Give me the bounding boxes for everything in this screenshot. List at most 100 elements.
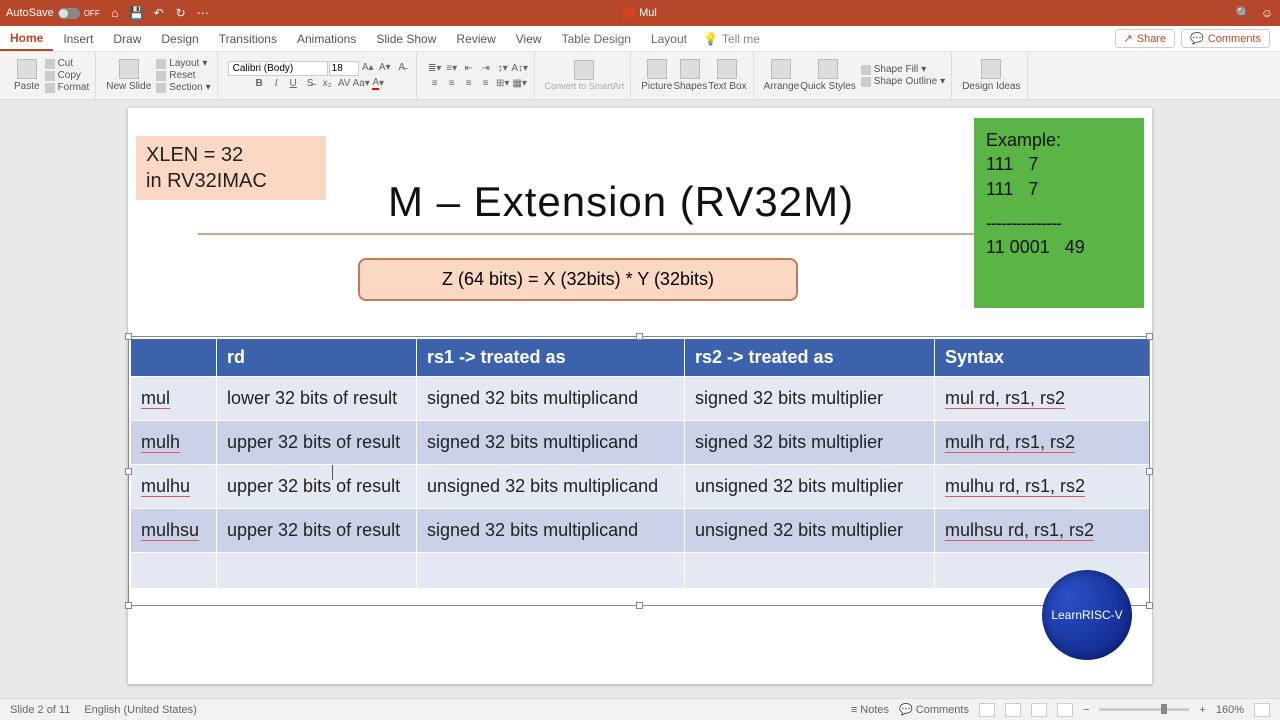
- text-dir-button[interactable]: A↕▾: [512, 61, 528, 75]
- shape-outline-button[interactable]: Shape Outline ▾: [861, 76, 945, 87]
- font-size-select[interactable]: [329, 61, 359, 76]
- tell-me[interactable]: 💡 Tell me: [703, 32, 760, 46]
- align-text-button[interactable]: ▦▾: [512, 76, 528, 90]
- handle-icon[interactable]: [1146, 602, 1153, 609]
- handle-icon[interactable]: [125, 333, 132, 340]
- bullets-button[interactable]: ≣▾: [427, 61, 443, 75]
- picture-button[interactable]: Picture: [641, 59, 672, 92]
- handle-icon[interactable]: [125, 602, 132, 609]
- font-color-button[interactable]: A▾: [370, 77, 386, 91]
- slide-title[interactable]: M – Extension (RV32M): [388, 178, 854, 226]
- more-icon[interactable]: ⋯: [196, 6, 210, 20]
- case-button[interactable]: Aa▾: [353, 77, 369, 91]
- account-icon[interactable]: ☺: [1260, 6, 1274, 20]
- comments-pane-button[interactable]: 💬 Comments: [899, 703, 969, 716]
- numbering-button[interactable]: ≡▾: [444, 61, 460, 75]
- underline-button[interactable]: U: [285, 77, 301, 91]
- handle-icon[interactable]: [125, 468, 132, 475]
- comments-label: Comments: [916, 704, 969, 716]
- new-slide-label: New Slide: [106, 81, 151, 92]
- justify-button[interactable]: ≡: [478, 76, 494, 90]
- fit-window-button[interactable]: [1254, 703, 1270, 717]
- align-center-button[interactable]: ≡: [444, 76, 460, 90]
- zoom-in-button[interactable]: +: [1199, 704, 1205, 716]
- font-name-select[interactable]: [228, 61, 328, 76]
- reset-button[interactable]: Reset: [156, 70, 210, 81]
- slide-counter: Slide 2 of 11: [10, 704, 70, 716]
- language-indicator[interactable]: English (United States): [84, 704, 197, 716]
- quick-label: Quick Styles: [800, 81, 856, 92]
- align-right-button[interactable]: ≡: [461, 76, 477, 90]
- tab-home[interactable]: Home: [0, 26, 53, 51]
- increase-font-button[interactable]: A▴: [360, 61, 376, 75]
- learnriscv-badge[interactable]: LearnRISC-V: [1042, 570, 1132, 660]
- shape-fill-button[interactable]: Shape Fill ▾: [861, 64, 945, 75]
- strike-button[interactable]: S̶: [302, 77, 318, 91]
- slide-workspace[interactable]: XLEN = 32 in RV32IMAC M – Extension (RV3…: [0, 100, 1280, 698]
- zoom-out-button[interactable]: −: [1083, 704, 1089, 716]
- normal-view-button[interactable]: [979, 703, 995, 717]
- bold-button[interactable]: B: [251, 77, 267, 91]
- shapes-button[interactable]: Shapes: [673, 59, 707, 92]
- tab-draw[interactable]: Draw: [103, 26, 151, 51]
- reading-view-button[interactable]: [1031, 703, 1047, 717]
- xlen-note[interactable]: XLEN = 32 in RV32IMAC: [136, 136, 326, 200]
- format-painter-button[interactable]: Format: [45, 82, 90, 93]
- design-ideas-button[interactable]: Design Ideas: [962, 59, 1020, 92]
- tab-slideshow[interactable]: Slide Show: [366, 26, 446, 51]
- autosave-state: OFF: [84, 9, 100, 18]
- highlight-button[interactable]: AV: [336, 77, 352, 91]
- example-box[interactable]: Example: 111 7 111 7 --------------- 11 …: [974, 118, 1144, 308]
- autosave-toggle[interactable]: AutoSave OFF: [6, 7, 100, 19]
- handle-icon[interactable]: [1146, 468, 1153, 475]
- clear-format-button[interactable]: A̶: [394, 61, 410, 75]
- handle-icon[interactable]: [1146, 333, 1153, 340]
- arrange-button[interactable]: Arrange: [764, 59, 800, 92]
- slider-thumb-icon[interactable]: [1161, 704, 1167, 714]
- notes-button[interactable]: ≡ Notes: [851, 704, 889, 716]
- subscript-button[interactable]: x₂: [319, 77, 335, 91]
- tab-animations[interactable]: Animations: [287, 26, 366, 51]
- save-icon[interactable]: 💾: [130, 6, 144, 20]
- tab-design[interactable]: Design: [151, 26, 208, 51]
- indent-inc-button[interactable]: ⇥: [478, 61, 494, 75]
- slide-canvas[interactable]: XLEN = 32 in RV32IMAC M – Extension (RV3…: [128, 108, 1152, 684]
- handle-icon[interactable]: [636, 602, 643, 609]
- decrease-font-button[interactable]: A▾: [377, 61, 393, 75]
- section-label: Section: [169, 82, 202, 93]
- columns-button[interactable]: ⊞▾: [495, 76, 511, 90]
- indent-dec-button[interactable]: ⇤: [461, 61, 477, 75]
- zoom-slider[interactable]: [1099, 708, 1189, 711]
- comments-button[interactable]: 💬Comments: [1181, 29, 1270, 48]
- new-slide-button[interactable]: New Slide: [106, 59, 151, 92]
- sorter-view-button[interactable]: [1005, 703, 1021, 717]
- tab-transitions[interactable]: Transitions: [209, 26, 287, 51]
- textbox-button[interactable]: Text Box: [708, 59, 746, 92]
- share-button[interactable]: ↗Share: [1115, 29, 1176, 48]
- italic-button[interactable]: I: [268, 77, 284, 91]
- line-spacing-button[interactable]: ↕▾: [495, 61, 511, 75]
- copy-button[interactable]: Copy: [45, 70, 90, 81]
- cut-button[interactable]: Cut: [45, 58, 90, 69]
- tab-table-design[interactable]: Table Design: [552, 26, 641, 51]
- paste-button[interactable]: Paste: [14, 59, 40, 92]
- smartart-button[interactable]: Convert to SmartArt: [545, 60, 625, 91]
- cut-label: Cut: [58, 58, 74, 69]
- picture-icon: [647, 59, 667, 79]
- redo-icon[interactable]: ↻: [174, 6, 188, 20]
- tab-view[interactable]: View: [506, 26, 552, 51]
- layout-button[interactable]: Layout ▾: [156, 58, 210, 69]
- align-left-button[interactable]: ≡: [427, 76, 443, 90]
- section-button[interactable]: Section ▾: [156, 82, 210, 93]
- zoom-level[interactable]: 160%: [1216, 704, 1244, 716]
- search-icon[interactable]: 🔍: [1236, 6, 1250, 20]
- handle-icon[interactable]: [636, 333, 643, 340]
- formula-box[interactable]: Z (64 bits) = X (32bits) * Y (32bits): [358, 258, 798, 301]
- tab-layout[interactable]: Layout: [641, 26, 697, 51]
- undo-icon[interactable]: ↶: [152, 6, 166, 20]
- home-icon[interactable]: ⌂: [108, 6, 122, 20]
- tab-insert[interactable]: Insert: [53, 26, 103, 51]
- tab-review[interactable]: Review: [446, 26, 505, 51]
- slideshow-view-button[interactable]: [1057, 703, 1073, 717]
- quickstyles-button[interactable]: Quick Styles: [800, 59, 856, 92]
